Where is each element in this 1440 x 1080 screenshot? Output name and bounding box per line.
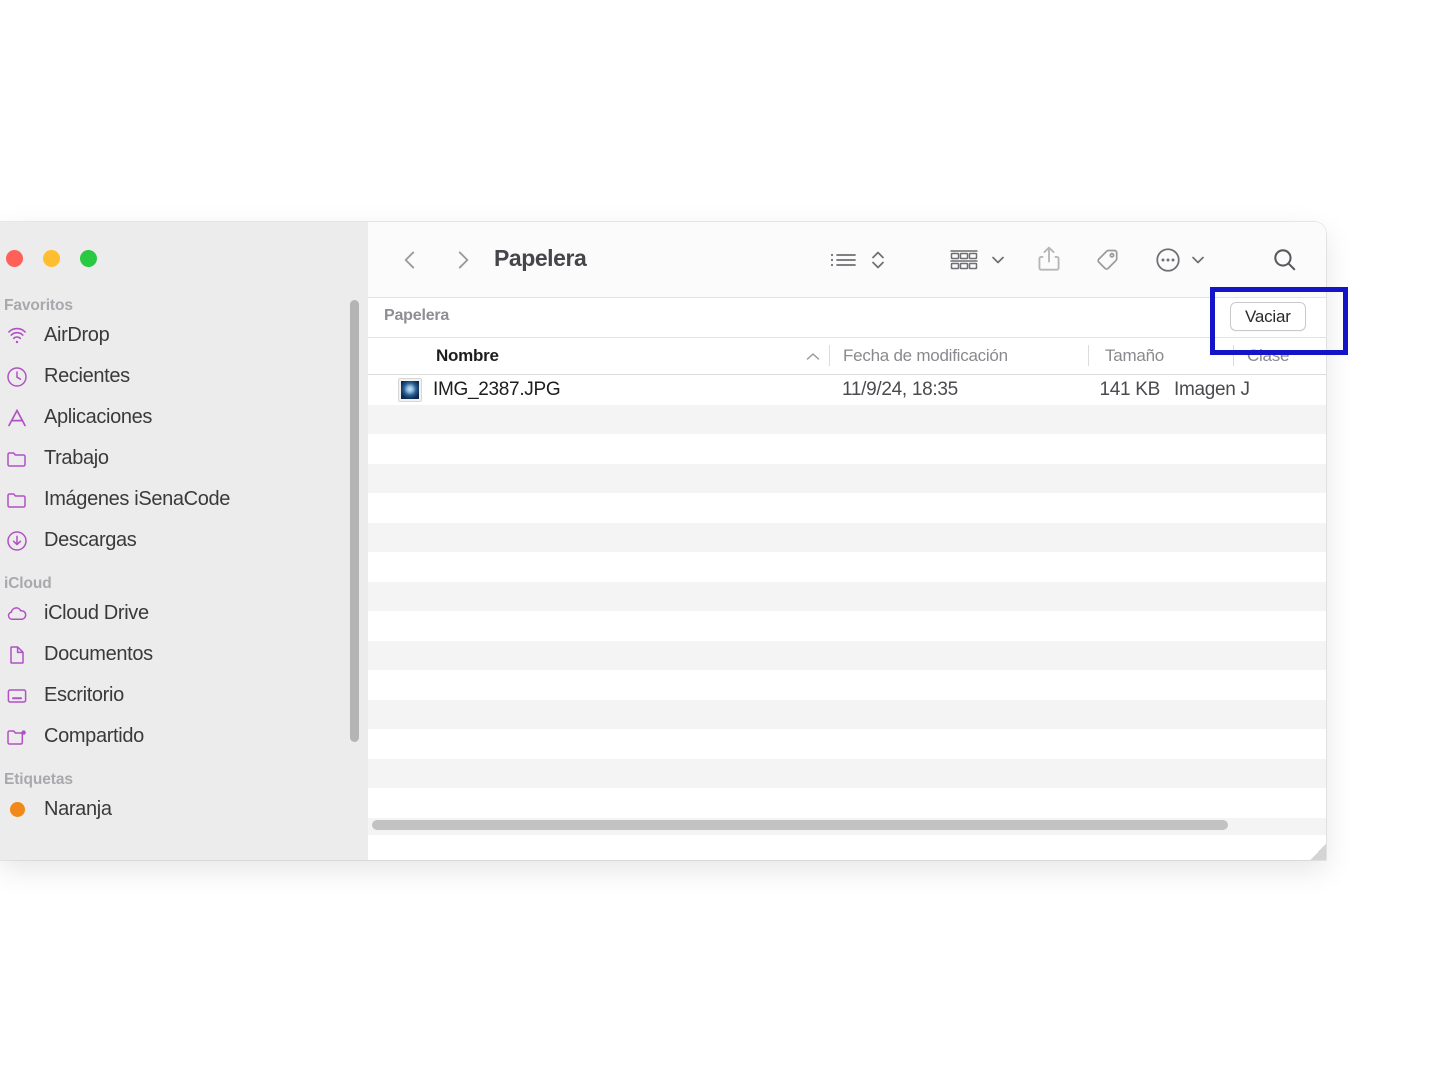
sidebar-item-descargas[interactable]: Descargas (0, 520, 368, 561)
file-date: 11/9/24, 18:35 (842, 378, 958, 400)
maximize-button[interactable] (80, 250, 97, 267)
file-name-cell: IMG_2387.JPG (398, 377, 561, 402)
file-kind: Imagen J (1174, 378, 1250, 400)
sidebar-item-label: Trabajo (44, 447, 109, 469)
document-icon (4, 642, 30, 668)
file-list: IMG_2387.JPG 11/9/24, 18:35 141 KB Image… (368, 375, 1326, 835)
file-size: 141 KB (1099, 378, 1160, 400)
sidebar-item-icloud-drive[interactable]: iCloud Drive (0, 593, 368, 634)
sidebar-item-label: Escritorio (44, 684, 124, 706)
screen: Favoritos AirDrop Recientes Aplicaciones… (0, 0, 1440, 1080)
search-icon[interactable] (1268, 243, 1302, 277)
sidebar-section-title-icloud: iCloud (4, 575, 52, 592)
group-by-icon[interactable] (946, 244, 982, 276)
table-row-empty (368, 729, 1326, 759)
sidebar-item-trabajo[interactable]: Trabajo (0, 438, 368, 479)
column-header-nombre[interactable]: Nombre (436, 346, 499, 366)
sort-updown-icon[interactable] (868, 244, 888, 276)
desktop-icon (4, 683, 30, 709)
table-row-empty (368, 699, 1326, 729)
sidebar-item-label: Descargas (44, 529, 137, 551)
sidebar-item-label: Recientes (44, 365, 130, 387)
tag-icon[interactable] (1090, 244, 1124, 276)
sidebar-item-aplicaciones[interactable]: Aplicaciones (0, 397, 368, 438)
sidebar-item-documentos[interactable]: Documentos (0, 634, 368, 675)
sort-ascending-icon (805, 350, 821, 362)
more-ellipsis-icon[interactable] (1152, 244, 1184, 276)
sidebar-item-recientes[interactable]: Recientes (0, 356, 368, 397)
back-chevron-icon[interactable] (394, 244, 426, 276)
window-controls (6, 250, 97, 267)
sidebar-item-naranja[interactable]: Naranja (0, 789, 368, 830)
table-row-empty (368, 463, 1326, 493)
column-divider[interactable] (1233, 345, 1234, 366)
close-button[interactable] (6, 250, 23, 267)
column-header-row: Nombre Fecha de modificación Tamaño Clas… (368, 338, 1326, 375)
empty-trash-button[interactable]: Vaciar (1230, 302, 1306, 331)
sidebar-item-label: Naranja (44, 798, 112, 820)
column-header-fecha[interactable]: Fecha de modificación (843, 346, 1008, 366)
table-row-empty (368, 493, 1326, 523)
sidebar-item-label: Imágenes iSenaCode (44, 488, 231, 510)
jpeg-thumbnail-icon (398, 377, 422, 402)
sidebar-section-title-favoritos: Favoritos (4, 297, 73, 314)
sidebar-section-favoritos: Favoritos AirDrop Recientes Aplicaciones… (0, 297, 368, 561)
sidebar-item-escritorio[interactable]: Escritorio (0, 675, 368, 716)
table-row-empty (368, 581, 1326, 611)
table-row-empty (368, 552, 1326, 582)
share-icon[interactable] (1033, 242, 1065, 276)
toolbar: Papelera (368, 222, 1326, 298)
sidebar-scroll-area: Favoritos AirDrop Recientes Aplicaciones… (0, 297, 368, 860)
table-row[interactable]: IMG_2387.JPG 11/9/24, 18:35 141 KB Image… (368, 375, 1326, 405)
folder-icon (4, 446, 30, 472)
sidebar-section-etiquetas: Etiquetas Naranja (0, 771, 368, 830)
applications-icon (4, 405, 30, 431)
breadcrumb: Papelera (384, 307, 450, 324)
column-divider[interactable] (1088, 345, 1089, 366)
content-pane: Papelera Papelera Vaciar Nombre Fecha de… (368, 222, 1326, 860)
column-divider[interactable] (829, 345, 830, 366)
sidebar-item-label: iCloud Drive (44, 602, 149, 624)
clock-icon (4, 364, 30, 390)
list-view-icon[interactable] (827, 244, 861, 276)
forward-chevron-icon[interactable] (447, 244, 479, 276)
table-row-empty (368, 640, 1326, 670)
table-row-empty (368, 522, 1326, 552)
table-row-empty (368, 611, 1326, 641)
chevron-down-icon[interactable] (988, 246, 1008, 274)
table-row-empty (368, 670, 1326, 700)
page-title: Papelera (494, 245, 587, 271)
column-header-clase[interactable]: Clase (1247, 346, 1289, 366)
column-header-tamano[interactable]: Tamaño (1105, 346, 1164, 366)
sidebar-item-label: AirDrop (44, 324, 110, 346)
table-row-empty (368, 758, 1326, 788)
file-name: IMG_2387.JPG (433, 378, 561, 400)
sidebar-section-title-etiquetas: Etiquetas (4, 771, 73, 788)
resize-grip[interactable] (1310, 844, 1326, 860)
airdrop-icon (4, 323, 30, 349)
sidebar-section-icloud: iCloud iCloud Drive Documentos Escritori… (0, 575, 368, 757)
folder-icon (4, 487, 30, 513)
cloud-icon (4, 601, 30, 627)
download-icon (4, 528, 30, 554)
sidebar-item-label: Documentos (44, 643, 153, 665)
tag-dot-icon (4, 797, 30, 823)
chevron-down-icon[interactable] (1188, 246, 1208, 274)
table-row-empty (368, 788, 1326, 818)
minimize-button[interactable] (43, 250, 60, 267)
shared-folder-icon (4, 724, 30, 750)
sidebar-item-label: Compartido (44, 725, 144, 747)
table-row-empty (368, 434, 1326, 464)
sidebar: Favoritos AirDrop Recientes Aplicaciones… (0, 222, 368, 860)
path-bar: Papelera Vaciar (368, 298, 1326, 338)
sidebar-item-compartido[interactable]: Compartido (0, 716, 368, 757)
table-row-empty (368, 404, 1326, 434)
sidebar-item-airdrop[interactable]: AirDrop (0, 315, 368, 356)
finder-window: Favoritos AirDrop Recientes Aplicaciones… (0, 222, 1326, 860)
sidebar-scrollbar[interactable] (350, 300, 359, 742)
sidebar-item-imagenes-isenacode[interactable]: Imágenes iSenaCode (0, 479, 368, 520)
horizontal-scrollbar[interactable] (372, 820, 1228, 830)
sidebar-item-label: Aplicaciones (44, 406, 153, 428)
